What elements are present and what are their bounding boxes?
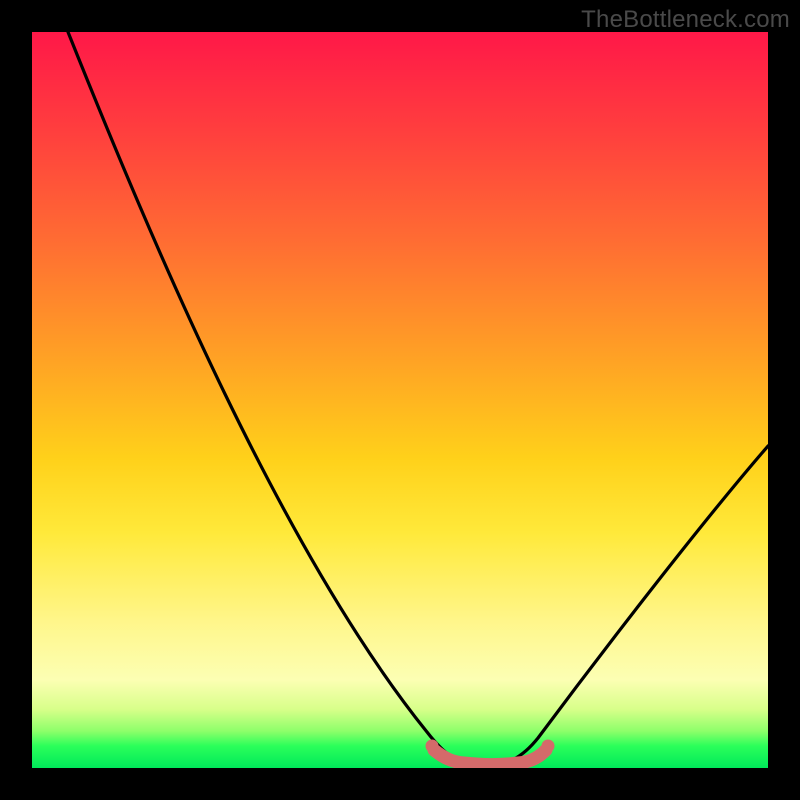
- flat-region-marker: [434, 750, 546, 765]
- chart-frame: TheBottleneck.com: [0, 0, 800, 800]
- gradient-plot-area: [32, 32, 768, 768]
- flat-region-start-dot: [426, 740, 439, 753]
- flat-region-end-dot: [542, 740, 555, 753]
- bottleneck-curve-svg: [32, 32, 768, 768]
- bottleneck-curve-path: [68, 32, 768, 766]
- watermark-text: TheBottleneck.com: [581, 6, 790, 34]
